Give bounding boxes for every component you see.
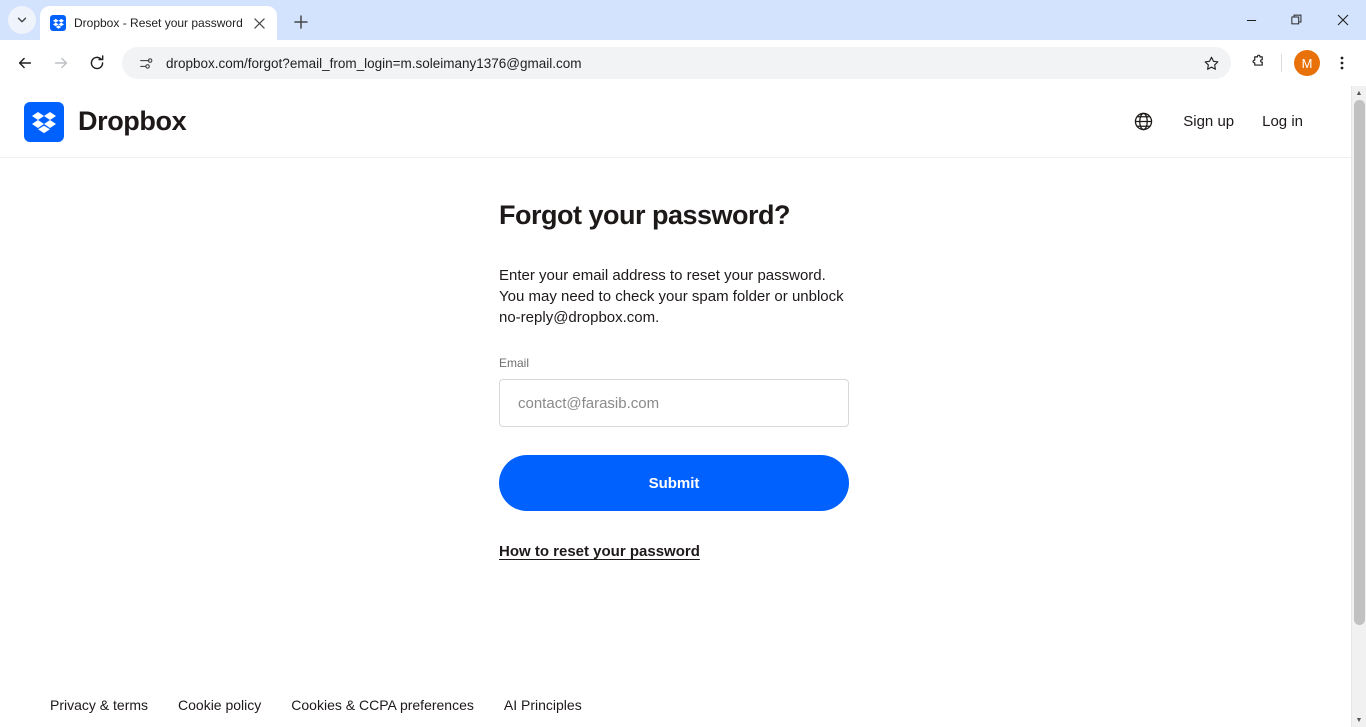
minimize-button[interactable] bbox=[1228, 0, 1274, 40]
main-content: Forgot your password? Enter your email a… bbox=[0, 158, 1351, 697]
dropbox-page: Dropbox Sign up Log in Forgot your passw… bbox=[0, 86, 1351, 727]
sign-up-link[interactable]: Sign up bbox=[1183, 113, 1234, 130]
scrollbar-thumb[interactable] bbox=[1354, 100, 1365, 625]
toolbar-divider bbox=[1281, 54, 1282, 72]
footer-link-privacy-terms[interactable]: Privacy & terms bbox=[50, 697, 148, 713]
brand-name: Dropbox bbox=[78, 106, 187, 136]
submit-button[interactable]: Submit bbox=[499, 455, 849, 511]
close-window-button[interactable] bbox=[1320, 0, 1366, 40]
close-icon bbox=[1337, 14, 1349, 26]
log-in-link[interactable]: Log in bbox=[1262, 113, 1303, 130]
forward-arrow-icon bbox=[54, 57, 68, 69]
reload-button[interactable] bbox=[80, 46, 114, 80]
dropbox-favicon bbox=[50, 15, 66, 31]
footer-link-cookie-policy[interactable]: Cookie policy bbox=[178, 697, 261, 713]
browser-window: Dropbox - Reset your password dropbox.co… bbox=[0, 0, 1366, 727]
footer-link-ai-principles[interactable]: AI Principles bbox=[504, 697, 582, 713]
forward-button[interactable] bbox=[44, 46, 78, 80]
vertical-scrollbar[interactable]: ▲ ▼ bbox=[1351, 86, 1366, 727]
header-actions: Sign up Log in bbox=[1131, 110, 1327, 134]
dropbox-glyph-icon bbox=[52, 18, 64, 29]
page-viewport: Dropbox Sign up Log in Forgot your passw… bbox=[0, 86, 1366, 727]
page-settings-icon[interactable] bbox=[136, 53, 156, 73]
address-bar-url: dropbox.com/forgot?email_from_login=m.so… bbox=[166, 55, 582, 71]
close-icon[interactable] bbox=[251, 14, 269, 32]
page-description: Enter your email address to reset your p… bbox=[499, 267, 844, 326]
brand[interactable]: Dropbox bbox=[24, 101, 187, 142]
site-footer: Privacy & terms Cookie policy Cookies & … bbox=[0, 697, 1351, 727]
email-input[interactable] bbox=[499, 379, 849, 427]
email-label: Email bbox=[499, 356, 530, 370]
page-title: Forgot your password? bbox=[499, 200, 791, 230]
extensions-puzzle-icon bbox=[1252, 54, 1263, 66]
globe-icon[interactable] bbox=[1131, 110, 1155, 134]
back-button[interactable] bbox=[8, 46, 42, 80]
tab-strip: Dropbox - Reset your password bbox=[0, 0, 1366, 40]
tab-search-button[interactable] bbox=[8, 6, 36, 34]
new-tab-button[interactable] bbox=[287, 8, 315, 36]
avatar[interactable]: M bbox=[1294, 50, 1320, 76]
window-controls bbox=[1228, 0, 1366, 40]
tab-title: Dropbox - Reset your password bbox=[74, 16, 243, 30]
how-to-reset-password-link[interactable]: How to reset your password bbox=[499, 543, 700, 560]
minimize-icon bbox=[1246, 19, 1256, 21]
dropbox-logo-icon bbox=[24, 101, 64, 142]
extensions-button[interactable] bbox=[1241, 47, 1273, 79]
scroll-up-arrow-icon[interactable]: ▲ bbox=[1352, 86, 1366, 100]
reset-password-form: Forgot your password? Enter your email a… bbox=[499, 200, 849, 561]
browser-toolbar: dropbox.com/forgot?email_from_login=m.so… bbox=[0, 40, 1366, 86]
browser-tab[interactable]: Dropbox - Reset your password bbox=[40, 6, 277, 40]
address-bar[interactable]: dropbox.com/forgot?email_from_login=m.so… bbox=[122, 47, 1231, 79]
bookmark-star-icon[interactable] bbox=[1197, 49, 1225, 77]
chevron-down-icon bbox=[17, 17, 27, 23]
restore-icon bbox=[1291, 14, 1302, 25]
scroll-down-arrow-icon[interactable]: ▼ bbox=[1352, 713, 1366, 727]
reload-icon bbox=[90, 55, 104, 70]
kebab-menu-icon[interactable] bbox=[1326, 47, 1358, 79]
site-header: Dropbox Sign up Log in bbox=[0, 86, 1351, 158]
footer-link-cookies-ccpa-preferences[interactable]: Cookies & CCPA preferences bbox=[291, 697, 474, 713]
back-arrow-icon bbox=[18, 57, 32, 69]
maximize-button[interactable] bbox=[1274, 0, 1320, 40]
plus-icon bbox=[294, 15, 308, 29]
